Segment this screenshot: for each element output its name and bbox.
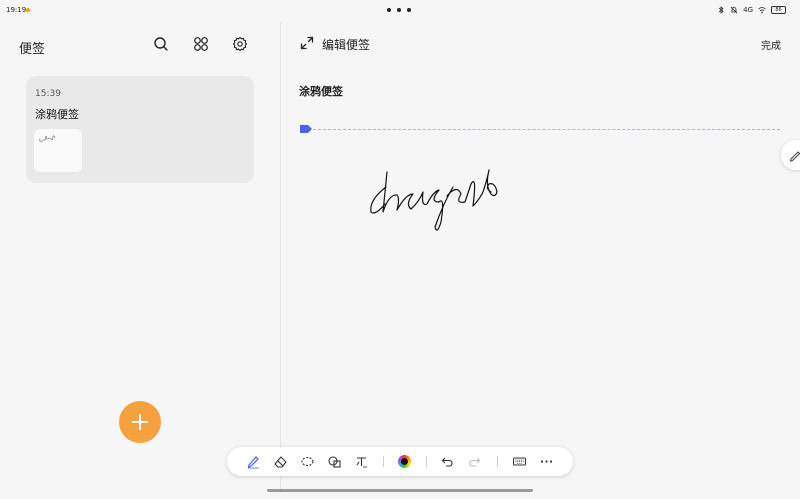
note-editor-panel: 编辑便签 完成 涂鸦便签 bbox=[281, 22, 800, 499]
undo-button[interactable] bbox=[440, 454, 455, 469]
sketch-thumbnail-icon bbox=[39, 135, 56, 142]
keyboard-icon bbox=[513, 457, 526, 466]
text-tool-button[interactable] bbox=[354, 454, 369, 469]
pen-icon bbox=[247, 456, 259, 469]
more-button[interactable] bbox=[539, 454, 554, 469]
home-indicator[interactable] bbox=[267, 489, 533, 492]
expand-icon[interactable] bbox=[300, 36, 314, 50]
status-bar: 19:19 4G 86 bbox=[0, 0, 800, 22]
mute-bell-icon bbox=[730, 6, 738, 14]
lasso-tool-button[interactable] bbox=[300, 454, 315, 469]
search-icon[interactable] bbox=[153, 36, 169, 52]
floating-pen-button[interactable] bbox=[781, 140, 800, 170]
text-icon bbox=[356, 457, 367, 468]
wifi-icon bbox=[758, 7, 766, 14]
toolbar-divider bbox=[497, 456, 498, 467]
multitask-menu-icon[interactable] bbox=[387, 8, 411, 12]
grid-icon[interactable] bbox=[193, 36, 209, 52]
more-icon bbox=[540, 460, 553, 463]
shapes-icon bbox=[328, 456, 341, 468]
signal-text: 4G bbox=[743, 6, 753, 14]
status-time: 19:19 bbox=[6, 6, 27, 14]
note-card[interactable]: 15:39 涂鸦便签 bbox=[26, 76, 254, 183]
undo-icon bbox=[441, 457, 453, 467]
note-time: 15:39 bbox=[35, 89, 61, 99]
editor-title: 编辑便签 bbox=[322, 38, 371, 52]
bluetooth-icon bbox=[718, 6, 724, 14]
add-note-button[interactable] bbox=[119, 401, 161, 443]
lasso-icon bbox=[301, 456, 314, 467]
drawing-toolbar bbox=[227, 447, 573, 476]
redo-icon bbox=[469, 457, 481, 467]
eraser-tool-button[interactable] bbox=[273, 454, 288, 469]
settings-icon[interactable] bbox=[232, 36, 248, 52]
redo-button[interactable] bbox=[467, 454, 482, 469]
canvas-guide-line bbox=[313, 129, 780, 130]
keyboard-button[interactable] bbox=[512, 454, 527, 469]
toolbar-divider bbox=[426, 456, 427, 467]
app-title: 便签 bbox=[19, 42, 46, 57]
done-button[interactable]: 完成 bbox=[761, 37, 781, 52]
battery-icon: 86 bbox=[771, 6, 786, 14]
note-heading[interactable]: 涂鸦便签 bbox=[299, 83, 343, 99]
notification-dot-icon bbox=[26, 8, 30, 12]
note-thumbnail bbox=[34, 129, 82, 172]
toolbar-divider bbox=[383, 456, 384, 467]
shapes-tool-button[interactable] bbox=[327, 454, 342, 469]
handwriting-sketch[interactable] bbox=[361, 132, 511, 232]
status-icons: 4G 86 bbox=[717, 6, 786, 14]
pen-tool-button[interactable] bbox=[246, 454, 261, 469]
color-picker[interactable] bbox=[398, 455, 411, 468]
notes-list-panel: 便签 15:39 涂鸦便签 bbox=[0, 22, 280, 499]
note-title: 涂鸦便签 bbox=[35, 108, 79, 121]
canvas-marker-icon[interactable] bbox=[299, 124, 313, 134]
eraser-icon bbox=[274, 456, 287, 468]
pen-icon bbox=[789, 151, 800, 162]
